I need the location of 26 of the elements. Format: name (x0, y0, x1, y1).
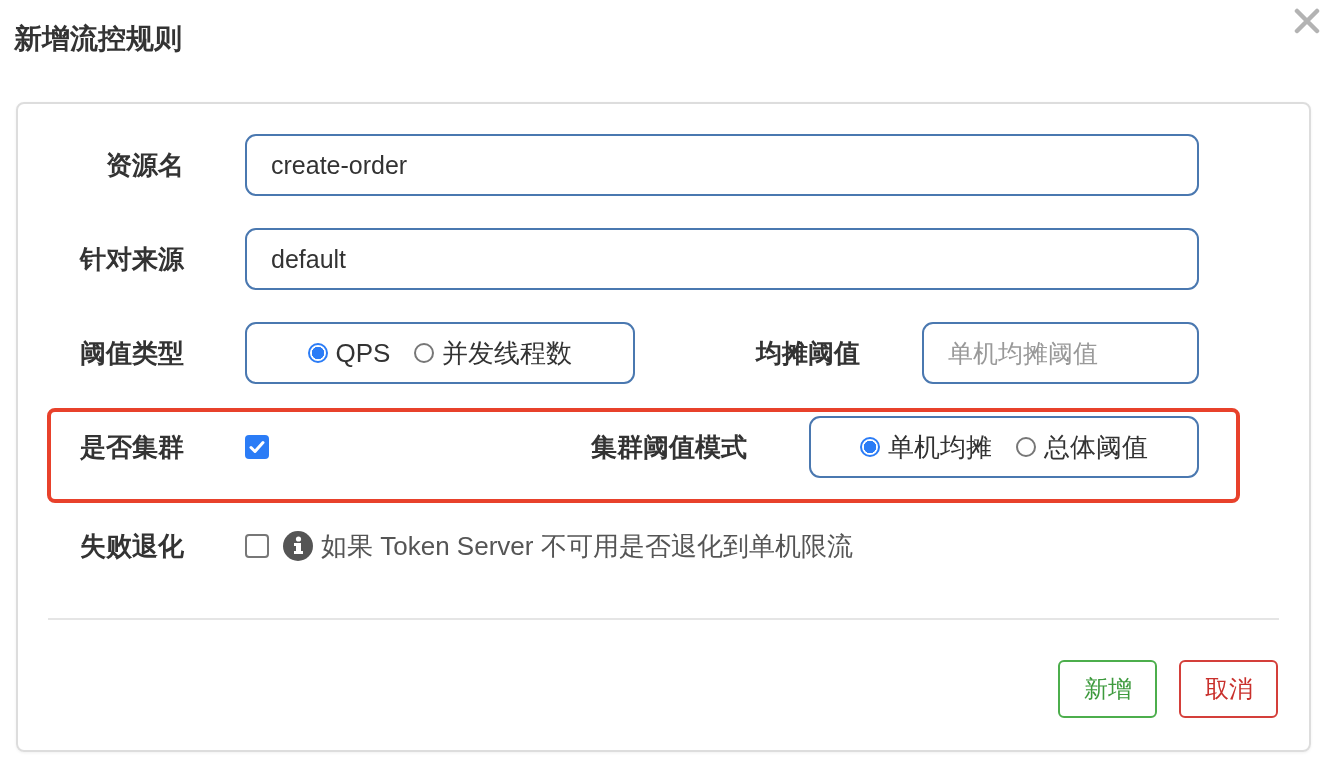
hint-text: 如果 Token Server 不可用是否退化到单机限流 (321, 529, 853, 563)
radio-button[interactable] (307, 343, 328, 363)
text-input[interactable]: create-order (245, 134, 1199, 196)
radio-label[interactable]: 总体阈值 (1044, 429, 1148, 465)
info-icon (283, 531, 313, 561)
add-button[interactable]: 新增 (1058, 660, 1157, 718)
text-input[interactable]: default (245, 228, 1199, 290)
field-label: 集群阈值模式 (591, 430, 747, 464)
radio-label[interactable]: 单机均摊 (888, 429, 992, 465)
radio-label[interactable]: QPS (335, 337, 391, 369)
cancel-button[interactable]: 取消 (1179, 660, 1278, 718)
threshold-input[interactable]: 单机均摊阈值 (922, 322, 1199, 384)
field-label: 阈值类型 (79, 336, 184, 370)
radio-label[interactable]: 并发线程数 (442, 335, 573, 371)
close-icon[interactable] (1294, 8, 1320, 34)
field-label: 失败退化 (79, 529, 184, 563)
radio-button[interactable] (860, 437, 880, 457)
checkbox[interactable] (245, 435, 269, 459)
field-label: 均摊阈值 (756, 336, 860, 370)
field-label: 资源名 (105, 148, 184, 182)
field-label: 针对来源 (78, 242, 184, 276)
field-label: 是否集群 (79, 430, 184, 464)
dialog-title: 新增流控规则 (14, 22, 182, 56)
checkbox[interactable] (245, 534, 269, 558)
radio-button[interactable] (1016, 437, 1036, 457)
radio-button[interactable] (414, 343, 435, 363)
